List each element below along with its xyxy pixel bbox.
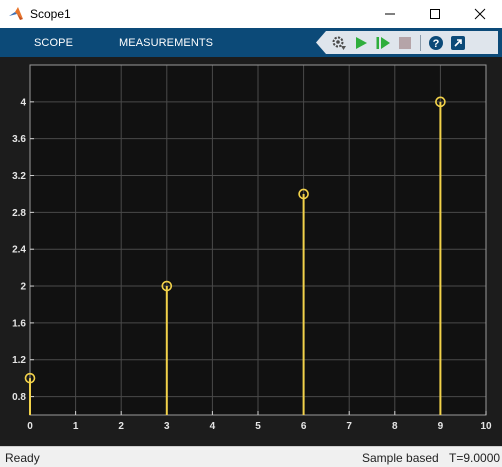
y-tick-label: 4 xyxy=(20,97,26,108)
x-tick-label: 4 xyxy=(210,421,216,432)
tab-scope[interactable]: SCOPE xyxy=(24,28,83,57)
y-tick-label: 1.2 xyxy=(12,355,26,366)
close-button[interactable] xyxy=(457,0,502,28)
x-tick-label: 9 xyxy=(438,421,444,432)
run-icon xyxy=(356,36,367,49)
x-tick-label: 1 xyxy=(73,421,79,432)
settings-gear-icon xyxy=(332,36,346,50)
close-icon xyxy=(474,8,485,20)
x-tick-label: 10 xyxy=(480,421,492,432)
stop-button[interactable] xyxy=(394,32,416,54)
svg-text:?: ? xyxy=(433,38,440,50)
tab-measurements[interactable]: MEASUREMENTS xyxy=(109,28,223,57)
scope-plot[interactable]: 0 1 2 3 4 5 6 7 8 9 10 0.8 1.2 1.6 2 2.4 2.8 3.2 3.6 4 xyxy=(0,57,502,446)
run-button[interactable] xyxy=(350,32,372,54)
x-tick-label: 7 xyxy=(346,421,352,432)
toolstrip: SCOPE MEASUREMENTS ? xyxy=(0,28,502,57)
y-tick-label: 0.8 xyxy=(12,392,26,403)
help-icon: ? xyxy=(429,35,443,50)
x-tick-label: 5 xyxy=(255,421,261,432)
maximize-button[interactable] xyxy=(412,0,457,28)
y-tick-label: 3.6 xyxy=(12,134,26,145)
stop-icon xyxy=(399,36,411,49)
x-tick-label: 6 xyxy=(301,421,307,432)
window-title: Scope1 xyxy=(30,7,71,21)
status-sim-time: T=9.0000 xyxy=(449,451,501,465)
y-tick-label: 3.2 xyxy=(12,171,26,182)
plot-area: 0 1 2 3 4 5 6 7 8 9 10 0.8 1.2 1.6 2 2.4 2.8 3.2 3.6 4 xyxy=(0,57,502,446)
status-ready: Ready xyxy=(5,451,40,465)
window-controls xyxy=(367,0,502,28)
step-forward-button[interactable] xyxy=(372,32,394,54)
x-tick-label: 3 xyxy=(164,421,170,432)
y-tick-label: 2.8 xyxy=(12,208,26,219)
status-bar: Ready Sample based T=9.0000 xyxy=(0,446,502,467)
title-bar: Scope1 xyxy=(0,0,502,28)
x-tick-label: 0 xyxy=(27,421,33,432)
scope-window: Scope1 SCOPE MEASUREMENTS ? 0 1 2 3 4 5 … xyxy=(0,0,502,467)
y-tick-label: 2 xyxy=(20,282,26,293)
undock-button[interactable] xyxy=(447,32,469,54)
x-tick-label: 2 xyxy=(118,421,124,432)
step-forward-icon xyxy=(376,36,390,49)
quick-access-toolbar: ? xyxy=(316,31,498,54)
configuration-button[interactable] xyxy=(328,32,350,54)
matlab-logo-icon xyxy=(8,6,24,22)
help-button[interactable]: ? xyxy=(425,32,447,54)
x-tick-label: 8 xyxy=(392,421,398,432)
y-tick-label: 2.4 xyxy=(12,245,26,256)
maximize-icon xyxy=(429,9,440,19)
toolbar-separator xyxy=(420,34,421,51)
minimize-icon xyxy=(384,13,395,15)
y-tick-label: 1.6 xyxy=(12,318,26,329)
minimize-button[interactable] xyxy=(367,0,412,28)
status-sample-mode: Sample based xyxy=(362,451,439,465)
undock-icon xyxy=(451,35,465,50)
